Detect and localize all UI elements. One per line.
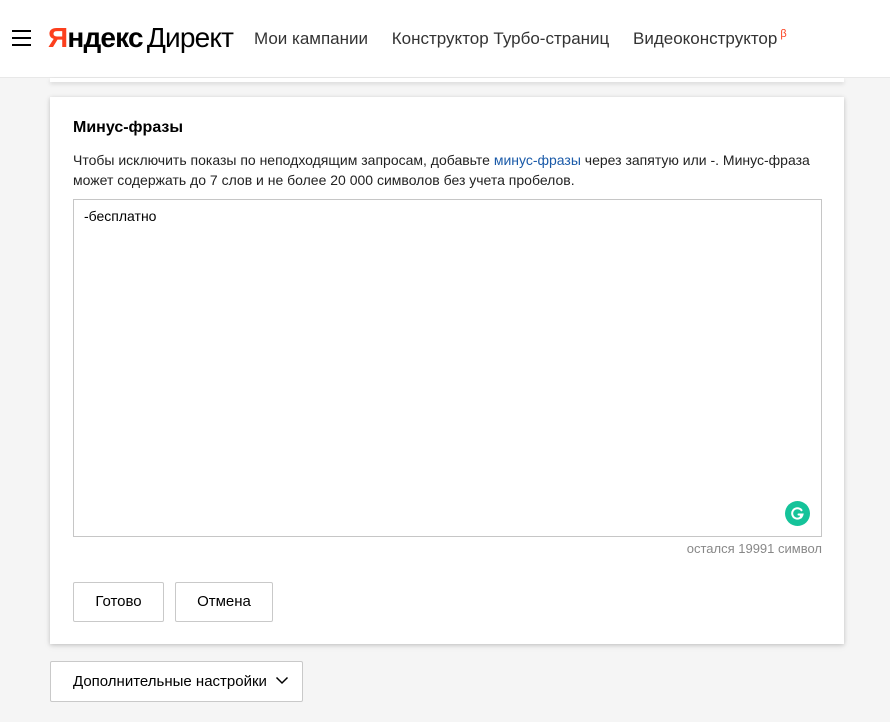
chevron-down-icon — [275, 676, 289, 685]
nav-my-campaigns[interactable]: Мои кампании — [254, 29, 368, 48]
done-button[interactable]: Готово — [73, 582, 164, 622]
beta-badge: β — [780, 28, 787, 40]
cancel-button[interactable]: Отмена — [175, 582, 273, 622]
hamburger-menu-icon[interactable] — [12, 30, 31, 46]
top-header: Яндекс Директ Мои кампании Конструктор Ту… — [0, 0, 890, 78]
card-description: Чтобы исключить показы по неподходящим з… — [73, 152, 810, 188]
logo-brand: Яндекс — [48, 22, 144, 53]
nav-turbo-constructor[interactable]: Конструктор Турбо-страниц — [392, 29, 610, 48]
card-title: Минус-фразы — [73, 119, 184, 136]
logo-product: Директ — [146, 22, 234, 53]
grammarly-icon[interactable] — [785, 501, 810, 526]
main-nav: Мои кампании Конструктор Турбо-страниц В… — [254, 28, 806, 49]
additional-settings-button[interactable]: Дополнительные настройки — [50, 661, 303, 702]
negative-keywords-card: Минус-фразы Чтобы исключить показы по не… — [50, 97, 844, 644]
additional-settings-label: Дополнительные настройки — [73, 673, 267, 690]
character-counter: остался 19991 символ — [686, 541, 822, 556]
previous-section-card — [50, 78, 844, 82]
yandex-direct-logo[interactable]: Яндекс Директ — [48, 20, 234, 56]
nav-video-constructor[interactable]: Видеоконструктор β — [633, 28, 787, 48]
negative-keywords-help-link[interactable]: минус-фразы — [494, 152, 581, 168]
negative-keywords-textarea[interactable]: -бесплатно — [73, 199, 822, 537]
